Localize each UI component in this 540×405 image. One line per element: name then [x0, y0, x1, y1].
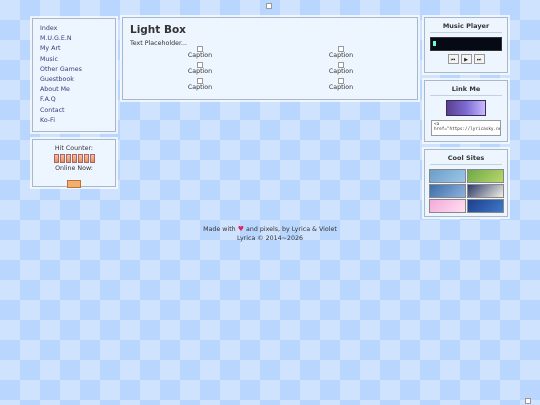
main-text: Text Placeholder...	[130, 40, 187, 47]
page-title: Light Box	[130, 24, 186, 36]
nav-link-my-art[interactable]: My Art	[40, 44, 108, 54]
counter-digit	[59, 154, 65, 163]
gallery-caption: Caption	[328, 52, 354, 59]
online-now-label: Online Now:	[55, 165, 93, 172]
nav-panel: Index M.U.G.E.N My Art Music Other Games…	[32, 18, 116, 132]
gallery-item[interactable]: Caption	[326, 78, 356, 91]
hit-counter-digits	[33, 154, 115, 163]
footer-made-prefix: Made with	[203, 226, 236, 233]
site-button-1[interactable]	[428, 169, 466, 183]
gallery-caption: Caption	[187, 68, 213, 75]
gallery-item[interactable]: Caption	[185, 78, 215, 91]
footer: Made with ♥ and pixels, by Lyrica & Viol…	[0, 225, 540, 243]
counter-digit	[77, 154, 83, 163]
nav-link-music[interactable]: Music	[40, 55, 108, 65]
main-panel: Light Box Text Placeholder... Caption Ca…	[122, 17, 418, 100]
counter-digit	[53, 154, 59, 163]
nav-link-mugen[interactable]: M.U.G.E.N	[40, 34, 108, 44]
heart-icon: ♥	[237, 225, 244, 233]
player-display	[430, 37, 502, 51]
counter-panel: Hit Counter: Online Now:	[32, 139, 116, 188]
top-banner-image	[266, 3, 272, 9]
nav-link-guestbook[interactable]: Guestbook	[40, 75, 108, 85]
nav-link-faq[interactable]: F.A.Q	[40, 95, 108, 105]
play-button[interactable]: ▶	[460, 54, 472, 64]
music-player-panel: Music Player ⏮ ▶ ⏭	[424, 17, 508, 73]
counter-digit	[65, 154, 71, 163]
gallery-caption: Caption	[187, 52, 213, 59]
gallery-caption: Caption	[328, 68, 354, 75]
link-me-title: Link Me	[430, 85, 502, 96]
nav-link-about-me[interactable]: About Me	[40, 85, 108, 95]
next-track-button[interactable]: ⏭	[473, 54, 485, 64]
gallery-item[interactable]: Caption	[185, 62, 215, 75]
footer-made-suffix: and pixels, by Lyrica & Violet	[245, 226, 337, 233]
player-progress-indicator	[433, 41, 436, 46]
site-button-3[interactable]	[428, 184, 466, 198]
nav-link-index[interactable]: Index	[40, 24, 108, 34]
corner-image	[525, 398, 531, 404]
site-button-4[interactable]	[466, 184, 504, 198]
cool-sites-grid	[428, 169, 504, 213]
hit-counter-label: Hit Counter:	[54, 145, 94, 152]
link-code-textarea[interactable]: <a href="https://lyricasky.neocities.org…	[431, 120, 501, 136]
player-controls: ⏮ ▶ ⏭	[430, 54, 502, 64]
gallery-caption: Caption	[328, 84, 354, 91]
gallery-item[interactable]: Caption	[185, 46, 215, 59]
nav-link-contact[interactable]: Contact	[40, 106, 108, 116]
site-button-6[interactable]	[466, 199, 504, 213]
gallery-item[interactable]: Caption	[326, 46, 356, 59]
link-me-panel: Link Me <a href="https://lyricasky.neoci…	[424, 80, 508, 142]
footer-credits: Made with ♥ and pixels, by Lyrica & Viol…	[0, 225, 540, 234]
cool-sites-panel: Cool Sites	[424, 149, 508, 217]
counter-digit	[83, 154, 89, 163]
nav-link-ko-fi[interactable]: Ko-Fi	[40, 116, 108, 126]
gallery-item[interactable]: Caption	[326, 62, 356, 75]
counter-digit	[89, 154, 95, 163]
music-player-title: Music Player	[430, 22, 502, 33]
site-button-image[interactable]	[446, 100, 486, 116]
footer-copyright: Lyrica © 2014~2026	[237, 235, 303, 242]
counter-digit	[71, 154, 77, 163]
previous-track-button[interactable]: ⏮	[447, 54, 459, 64]
gallery-caption: Caption	[187, 84, 213, 91]
online-count-image	[67, 180, 81, 188]
nav-link-other-games[interactable]: Other Games	[40, 65, 108, 75]
cool-sites-title: Cool Sites	[430, 154, 502, 165]
site-button-2[interactable]	[466, 169, 504, 183]
site-button-5[interactable]	[428, 199, 466, 213]
